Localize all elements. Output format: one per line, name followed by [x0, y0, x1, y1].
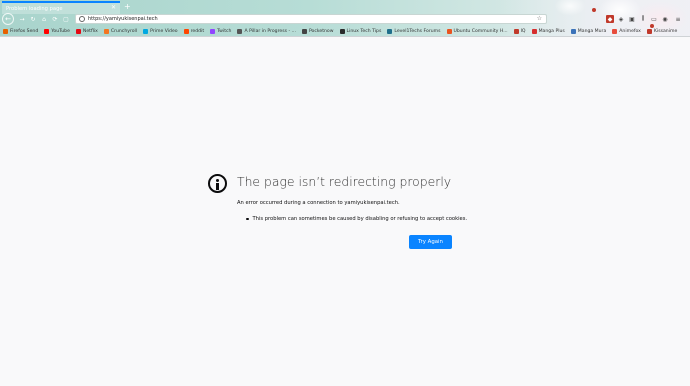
bookmark-item[interactable]: Pocketnow	[301, 28, 334, 34]
reload-button[interactable]: ↻	[29, 15, 37, 23]
bookmark-label: Prime Video	[150, 28, 178, 34]
bookmark-label: Manga Mura	[577, 28, 607, 34]
bookmark-favicon-icon	[75, 28, 81, 34]
bookmark-favicon-icon	[3, 28, 8, 34]
extension-icon[interactable]: ▣	[628, 15, 636, 23]
info-icon	[208, 174, 227, 193]
bookmarks-toolbar: Firefox Send YouTube Netflix Crunchyroll Pri…	[0, 26, 690, 36]
bookmark-star-icon[interactable]: ☆	[537, 15, 542, 22]
bookmark-item[interactable]: reddit	[183, 28, 205, 34]
screenshot-icon[interactable]: ▢	[62, 15, 70, 23]
bookmark-item[interactable]: YouTube	[44, 28, 70, 34]
bullet-icon	[246, 217, 249, 221]
bookmark-label: Twitch	[217, 28, 232, 34]
account-icon[interactable]: ◉	[661, 15, 669, 23]
bookmark-favicon-icon	[387, 28, 393, 34]
bookmark-item[interactable]: Animefox	[612, 28, 641, 34]
bookmark-label: Netflix	[82, 28, 98, 34]
bookmark-label: Manga Plus	[538, 28, 565, 34]
error-description: An error occurred during a connection to…	[237, 200, 400, 206]
bookmark-favicon-icon	[646, 28, 652, 34]
error-title: The page isn’t redirecting properly	[237, 174, 452, 189]
bookmark-item[interactable]: Netflix	[75, 28, 98, 34]
bookmark-item[interactable]: Kissanime	[646, 28, 678, 34]
bookmark-item[interactable]: Firefox Send	[3, 28, 39, 34]
toolbar-divider	[0, 36, 690, 37]
bookmark-label: Ubuntu Community H...	[453, 28, 508, 34]
bookmark-label: Pocketnow	[308, 28, 334, 34]
new-tab-icon[interactable]: +	[124, 2, 131, 11]
bookmark-item[interactable]: Prime Video	[143, 28, 178, 34]
bookmark-label: Firefox Send	[10, 28, 39, 34]
address-bar[interactable]: https://yamiyukisenpai.tech ☆	[75, 14, 547, 24]
tab-title: Problem loading page	[6, 5, 63, 12]
bookmark-label: Crunchyroll	[110, 28, 138, 34]
suggestion-text: This problem can sometimes be caused by …	[252, 216, 468, 222]
bookmark-item[interactable]: Linux Tech Tips	[339, 28, 382, 34]
bookmark-item[interactable]: Manga Mura	[570, 28, 607, 34]
bookmark-item[interactable]: A Pillar in Progress - ...	[237, 28, 296, 34]
error-suggestions: This problem can sometimes be caused by …	[246, 216, 467, 222]
bookmark-item[interactable]: Manga Plus	[531, 28, 565, 34]
bookmark-item[interactable]: Crunchyroll	[103, 28, 138, 34]
list-item: This problem can sometimes be caused by …	[246, 216, 467, 222]
try-again-button[interactable]: Try Again	[409, 235, 452, 249]
bookmark-favicon-icon	[612, 28, 618, 34]
bookmark-favicon-icon	[446, 28, 452, 34]
bookmark-label: A Pillar in Progress - ...	[244, 28, 296, 34]
home-button[interactable]: ⌂	[40, 15, 48, 23]
bookmark-favicon-icon	[531, 28, 537, 34]
back-arrow-icon: ←	[5, 15, 11, 23]
library-icon[interactable]: ⫼	[639, 15, 647, 23]
bookmark-favicon-icon	[570, 28, 576, 34]
bookmark-favicon-icon	[210, 28, 216, 34]
bookmark-favicon-icon	[301, 28, 307, 34]
bookmark-favicon-icon	[103, 28, 109, 34]
bookmark-label: Kissanime	[653, 28, 678, 34]
tab-problem-loading[interactable]: Problem loading page ✕	[2, 1, 120, 14]
close-icon[interactable]: ✕	[111, 4, 116, 11]
info-icon[interactable]	[79, 16, 85, 22]
bookmark-label: Level1Techs Forums	[394, 28, 441, 34]
ublock-origin-icon[interactable]: ◆	[606, 15, 614, 23]
bookmark-label: YouTube	[51, 28, 70, 34]
sidebar-icon[interactable]: ▭	[650, 15, 658, 23]
bookmark-favicon-icon	[339, 28, 345, 34]
bookmark-favicon-icon	[143, 28, 149, 34]
browser-toolbar: Problem loading page ✕ + ← → ↻ ⌂ ⟳ ▢ htt…	[0, 0, 690, 36]
back-button[interactable]: ←	[2, 13, 14, 25]
bookmark-favicon-icon	[44, 28, 50, 34]
sync-icon[interactable]: ⟳	[51, 15, 59, 23]
bookmark-item[interactable]: IQ	[513, 28, 526, 34]
bookmark-favicon-icon	[237, 28, 243, 34]
bookmark-favicon-icon	[183, 28, 189, 34]
bookmark-label: IQ	[520, 28, 526, 34]
bookmark-item[interactable]: Level1Techs Forums	[387, 28, 441, 34]
menu-icon[interactable]: ≡	[674, 15, 682, 23]
bookmark-item[interactable]: Twitch	[210, 28, 232, 34]
bookmark-label: Linux Tech Tips	[346, 28, 382, 34]
bookmark-item[interactable]: Ubuntu Community H...	[446, 28, 508, 34]
bookmark-label: Animefox	[619, 28, 641, 34]
bookmark-favicon-icon	[513, 28, 519, 34]
shield-icon[interactable]: ◈	[617, 15, 625, 23]
forward-button[interactable]: →	[18, 15, 26, 23]
url-text[interactable]: https://yamiyukisenpai.tech	[88, 16, 158, 22]
bookmark-label: reddit	[190, 28, 205, 34]
